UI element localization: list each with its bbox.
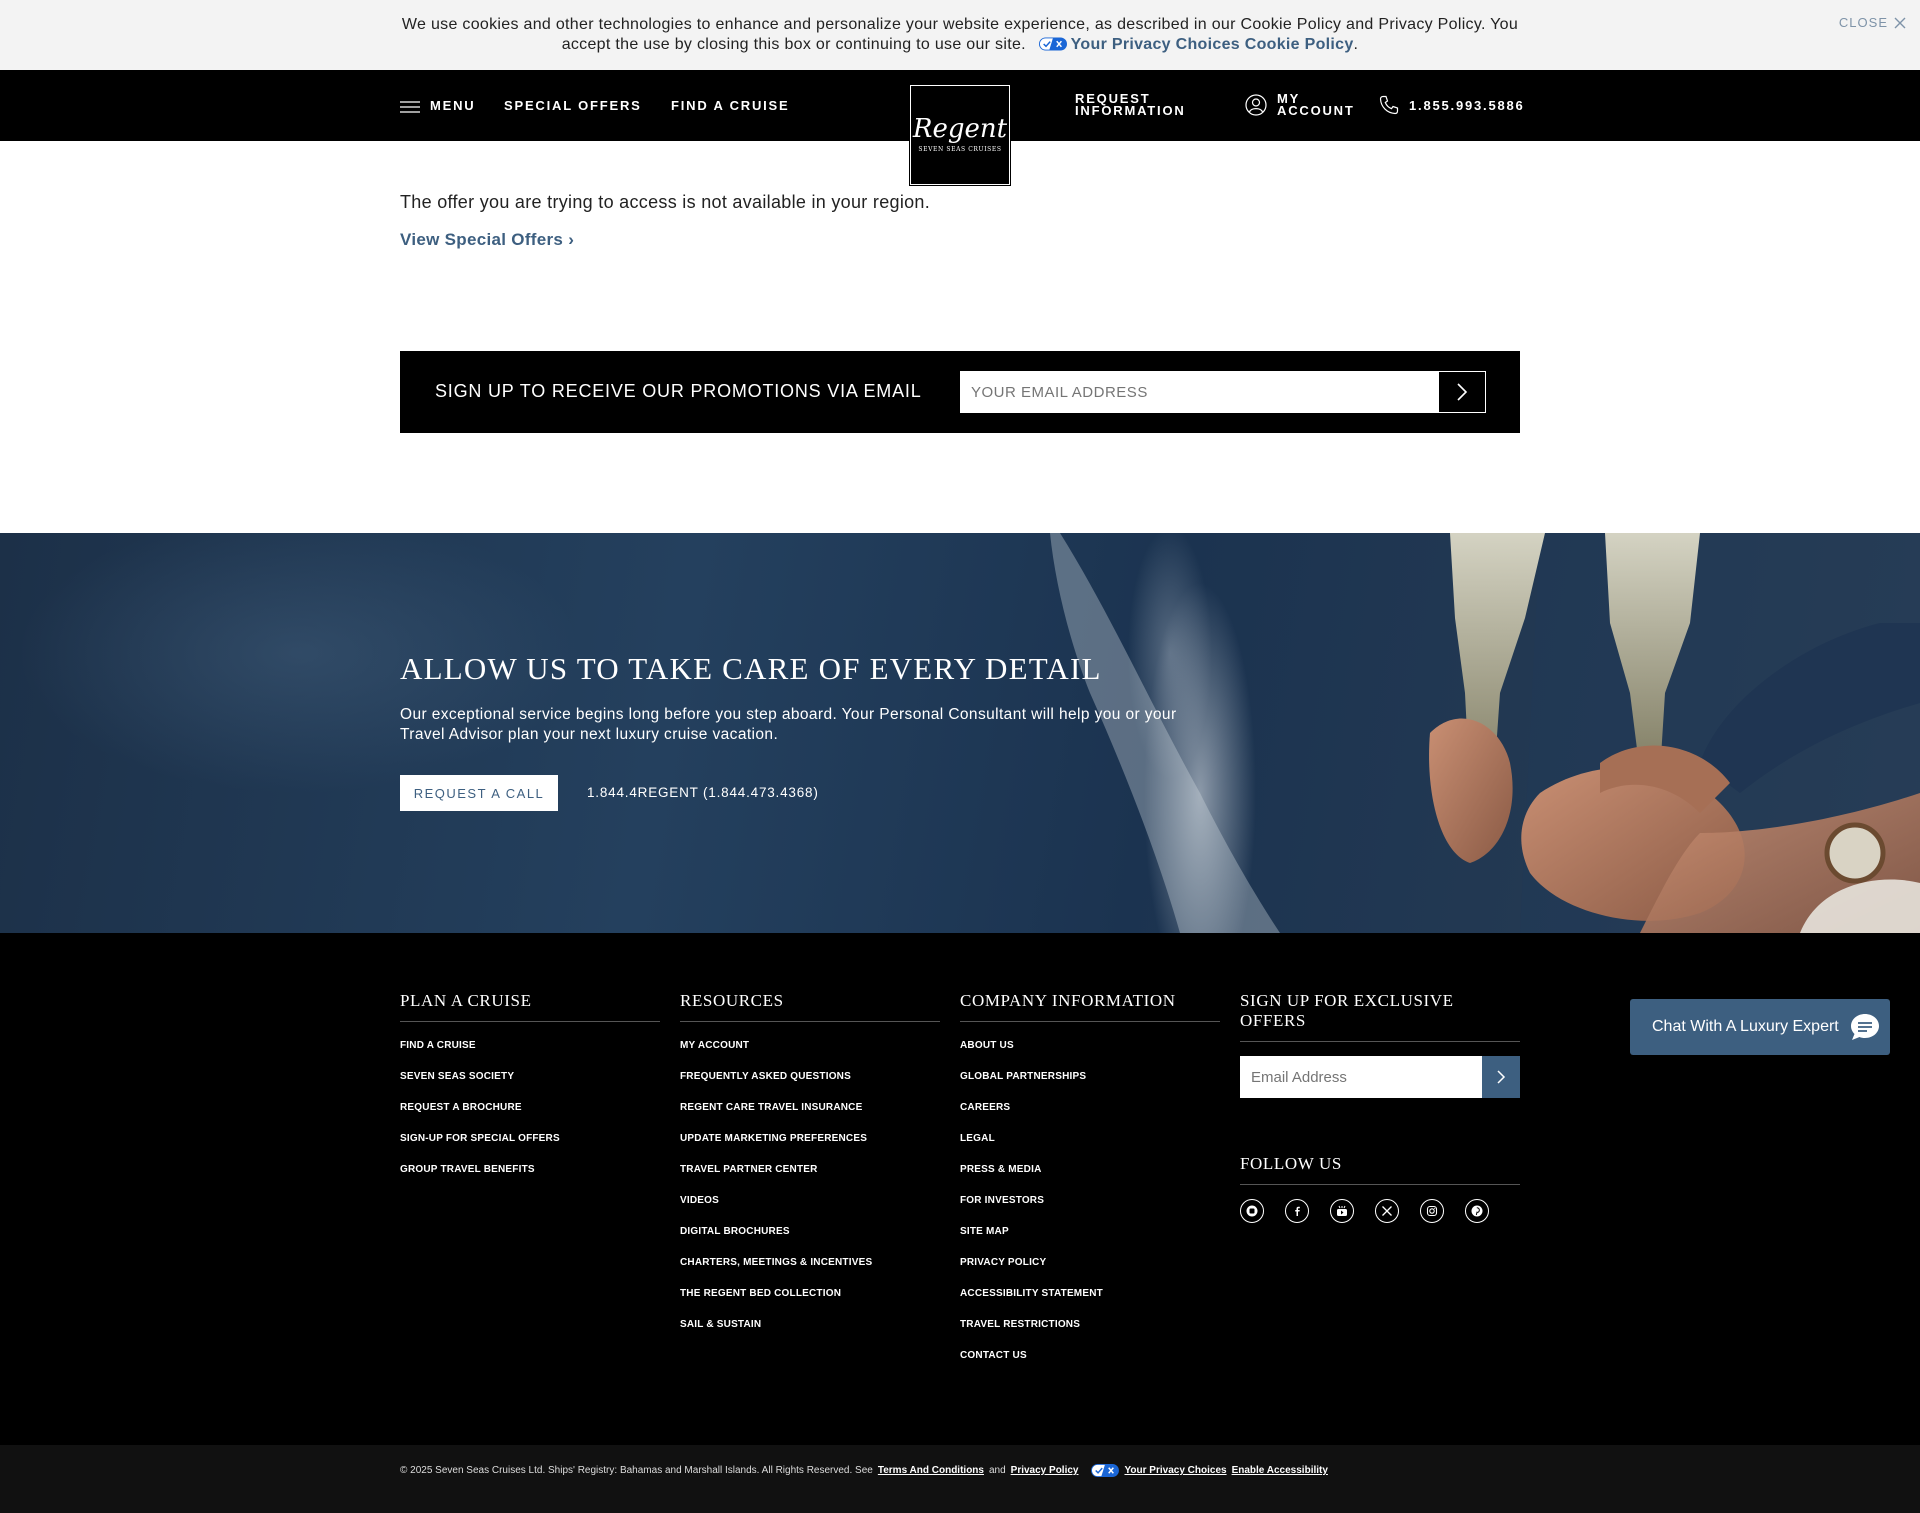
- footer-signup-form: [1240, 1056, 1520, 1098]
- footer-resources-title: RESOURCES: [680, 991, 940, 1022]
- legal-text: © 2025 Seven Seas Cruises Ltd. Ships' Re…: [400, 1464, 1328, 1477]
- nav-special-offers[interactable]: SPECIAL OFFERS: [504, 98, 642, 113]
- logo-subtitle: SEVEN SEAS CRUISES: [918, 146, 1002, 153]
- signup-label: SIGN UP TO RECEIVE OUR PROMOTIONS VIA EM…: [435, 381, 922, 401]
- chat-bubble-icon: [1850, 1014, 1879, 1040]
- youtube-icon[interactable]: [1330, 1199, 1354, 1223]
- footer-company-column: COMPANY INFORMATION ABOUT US GLOBAL PART…: [960, 991, 1220, 1376]
- privacy-choices-link[interactable]: Your Privacy Choices: [1124, 1465, 1226, 1476]
- menu-label: MENU: [430, 98, 476, 113]
- footer-link[interactable]: ABOUT US: [960, 1035, 1220, 1066]
- terms-link[interactable]: Terms And Conditions: [878, 1465, 984, 1476]
- footer-company-title: COMPANY INFORMATION: [960, 991, 1220, 1022]
- legal-bar-inner: [0, 1445, 1920, 1513]
- cookie-banner: We use cookies and other technologies to…: [0, 0, 1920, 70]
- social-links: [1240, 1199, 1520, 1223]
- copyright: © 2025 Seven Seas Cruises Ltd. Ships' Re…: [400, 1465, 873, 1476]
- footer-link[interactable]: VIDEOS: [680, 1190, 940, 1221]
- chevron-right-icon: [1457, 383, 1468, 401]
- footer-link[interactable]: SITE MAP: [960, 1221, 1220, 1252]
- legal-bar: © 2025 Seven Seas Cruises Ltd. Ships' Re…: [0, 1445, 1920, 1513]
- signup-submit-button[interactable]: [1438, 371, 1486, 413]
- request-info-line2: INFORMATION: [1075, 103, 1186, 118]
- footer-plan-column: PLAN A CRUISE FIND A CRUISE SEVEN SEAS S…: [400, 991, 660, 1190]
- footer-link[interactable]: FIND A CRUISE: [400, 1035, 660, 1066]
- footer-link[interactable]: PRESS & MEDIA: [960, 1159, 1220, 1190]
- chevron-right-icon: [1497, 1070, 1506, 1084]
- close-label: CLOSE: [1838, 15, 1888, 30]
- privacy-choices-link[interactable]: Your Privacy Choices: [1071, 36, 1240, 53]
- user-icon: [1245, 94, 1267, 116]
- footer-link[interactable]: TRAVEL PARTNER CENTER: [680, 1159, 940, 1190]
- footer-email-input[interactable]: [1240, 1056, 1482, 1098]
- request-call-button[interactable]: REQUEST A CALL: [400, 775, 558, 811]
- footer-link[interactable]: DIGITAL BROCHURES: [680, 1221, 940, 1252]
- footer-link[interactable]: CONTACT US: [960, 1345, 1220, 1376]
- nav-my-account[interactable]: MY ACCOUNT: [1245, 92, 1355, 118]
- privacy-policy-link[interactable]: Privacy Policy: [1011, 1465, 1079, 1476]
- footer-link[interactable]: FREQUENTLY ASKED QUESTIONS: [680, 1066, 940, 1097]
- enable-accessibility-link[interactable]: Enable Accessibility: [1232, 1465, 1328, 1476]
- privacy-choices-icon: [1091, 1464, 1120, 1477]
- chat-label: Chat With A Luxury Expert: [1652, 1018, 1839, 1035]
- cookie-policy-link[interactable]: Cookie Policy: [1245, 36, 1354, 53]
- cookie-close-button[interactable]: CLOSE: [1839, 15, 1906, 30]
- account-line2: ACCOUNT: [1277, 103, 1355, 118]
- footer-link[interactable]: MY ACCOUNT: [680, 1035, 940, 1066]
- footer-link[interactable]: GLOBAL PARTNERSHIPS: [960, 1066, 1220, 1097]
- email-signup-bar: SIGN UP TO RECEIVE OUR PROMOTIONS VIA EM…: [400, 351, 1520, 433]
- privacy-choices-icon: [1038, 37, 1067, 51]
- hero-banner: ALLOW US TO TAKE CARE OF EVERY DETAIL Ou…: [0, 533, 1920, 933]
- follow-us-title: FOLLOW US: [1240, 1154, 1520, 1185]
- header-phone-number: 1.855.993.5886: [1409, 97, 1525, 113]
- footer-link[interactable]: REQUEST A BROCHURE: [400, 1097, 660, 1128]
- nav-request-information[interactable]: REQUEST INFORMATION: [1075, 92, 1186, 118]
- view-special-offers-link[interactable]: View Special Offers ›: [400, 230, 574, 250]
- hero-phone-link[interactable]: 1.844.4REGENT (1.844.473.4368): [587, 785, 819, 800]
- footer-plan-title: PLAN A CRUISE: [400, 991, 660, 1022]
- footer-link[interactable]: TRAVEL RESTRICTIONS: [960, 1314, 1220, 1345]
- footer-link[interactable]: GROUP TRAVEL BENEFITS: [400, 1159, 660, 1190]
- nav-find-cruise[interactable]: FIND A CRUISE: [671, 98, 790, 113]
- close-icon: [1894, 17, 1906, 28]
- footer-signup-button[interactable]: [1482, 1056, 1520, 1098]
- nav-phone[interactable]: 1.855.993.5886: [1379, 95, 1525, 115]
- signup-email-input[interactable]: [960, 371, 1438, 413]
- footer-link[interactable]: REGENT CARE TRAVEL INSURANCE: [680, 1097, 940, 1128]
- regent-logo[interactable]: Regent SEVEN SEAS CRUISES: [909, 84, 1011, 186]
- hamburger-icon: [400, 100, 420, 113]
- footer-link[interactable]: THE REGENT BED COLLECTION: [680, 1283, 940, 1314]
- hero-title: ALLOW US TO TAKE CARE OF EVERY DETAIL: [400, 651, 1102, 686]
- footer-link[interactable]: PRIVACY POLICY: [960, 1252, 1220, 1283]
- facebook-icon[interactable]: [1285, 1199, 1309, 1223]
- pinterest-icon[interactable]: [1465, 1199, 1489, 1223]
- footer-offers-title: SIGN UP FOR EXCLUSIVE OFFERS: [1240, 991, 1520, 1042]
- footer-resources-column: RESOURCES MY ACCOUNT FREQUENTLY ASKED QU…: [680, 991, 940, 1345]
- footer-link[interactable]: SIGN-UP FOR SPECIAL OFFERS: [400, 1128, 660, 1159]
- footer-offers-column: SIGN UP FOR EXCLUSIVE OFFERS FOLLOW US: [1240, 991, 1520, 1223]
- instagram-icon[interactable]: [1420, 1199, 1444, 1223]
- footer-link[interactable]: ACCESSIBILITY STATEMENT: [960, 1283, 1220, 1314]
- footer-link[interactable]: UPDATE MARKETING PREFERENCES: [680, 1128, 940, 1159]
- and-text: and: [988, 1465, 1006, 1476]
- blog-icon[interactable]: [1240, 1199, 1264, 1223]
- x-icon[interactable]: [1375, 1199, 1399, 1223]
- footer-link[interactable]: SEVEN SEAS SOCIETY: [400, 1066, 660, 1097]
- phone-icon: [1379, 95, 1399, 115]
- footer-link[interactable]: FOR INVESTORS: [960, 1190, 1220, 1221]
- footer-link[interactable]: SAIL & SUSTAIN: [680, 1314, 940, 1345]
- footer-link[interactable]: LEGAL: [960, 1128, 1220, 1159]
- chat-expert-button[interactable]: Chat With A Luxury Expert: [1630, 999, 1890, 1055]
- footer-link[interactable]: CHARTERS, MEETINGS & INCENTIVES: [680, 1252, 940, 1283]
- footer-link[interactable]: CAREERS: [960, 1097, 1220, 1128]
- menu-button[interactable]: MENU: [400, 98, 475, 113]
- cookie-period: .: [1353, 36, 1359, 53]
- logo-script: Regent: [912, 114, 1008, 144]
- hero-description: Our exceptional service begins long befo…: [400, 706, 1177, 743]
- region-message: The offer you are trying to access is no…: [400, 192, 931, 212]
- cookie-text-block: We use cookies and other technologies to…: [400, 15, 1520, 55]
